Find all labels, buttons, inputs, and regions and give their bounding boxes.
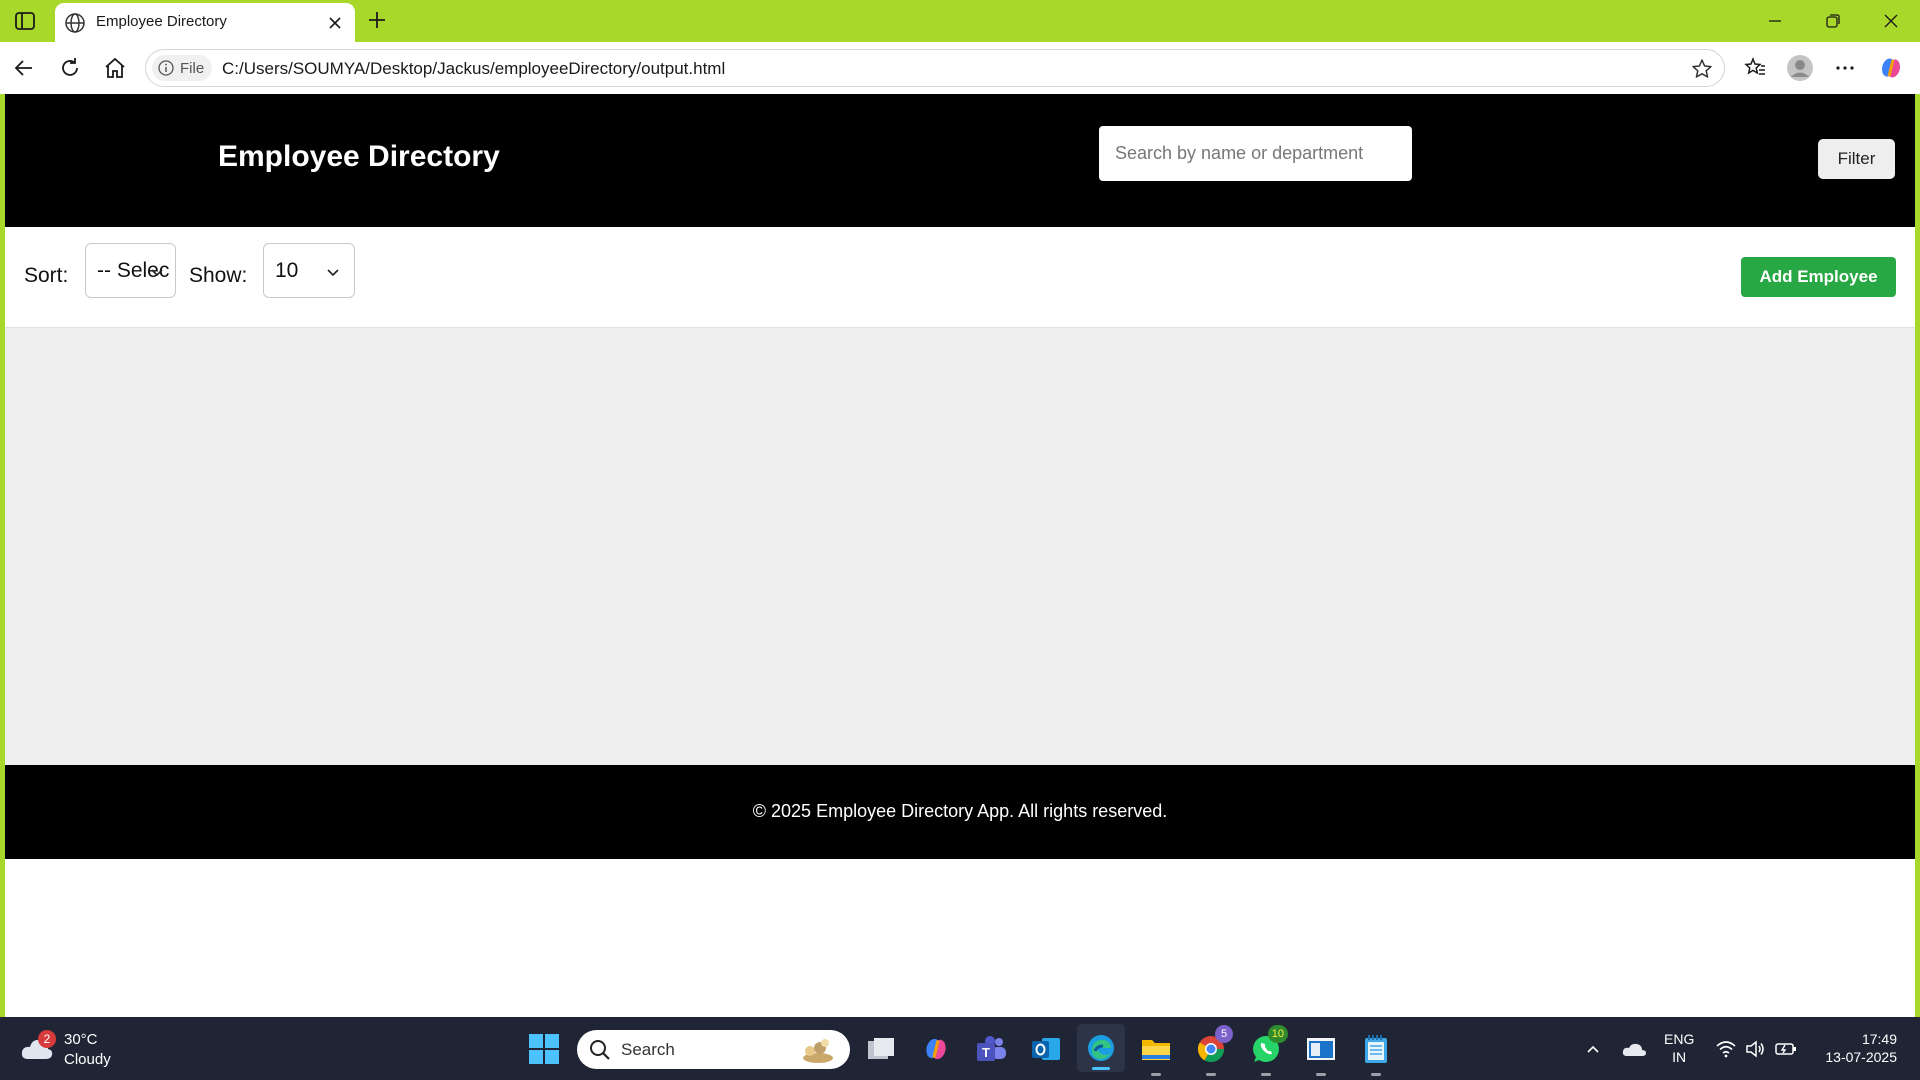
chrome-badge: 5 bbox=[1215, 1025, 1233, 1043]
chevron-up-icon[interactable] bbox=[1581, 1035, 1605, 1063]
search-highlight-icon bbox=[803, 1039, 833, 1063]
show-label: Show: bbox=[189, 264, 248, 287]
more-options-icon[interactable] bbox=[1830, 53, 1860, 83]
sort-select[interactable]: -- Selec bbox=[85, 243, 176, 298]
info-icon bbox=[158, 60, 174, 76]
wifi-icon[interactable] bbox=[1714, 1035, 1738, 1063]
browser-tab[interactable]: Employee Directory bbox=[55, 3, 355, 42]
running-indicator bbox=[1151, 1073, 1161, 1076]
url-bar[interactable]: File C:/Users/SOUMYA/Desktop/Jackus/empl… bbox=[145, 49, 1725, 87]
controls-bar: Sort: -- Selec Show: 10 Add Employee bbox=[5, 227, 1915, 328]
globe-icon bbox=[64, 12, 86, 34]
windows-start-icon[interactable] bbox=[528, 1033, 560, 1065]
chevron-down-icon bbox=[148, 263, 166, 281]
file-explorer-icon[interactable] bbox=[1136, 1029, 1176, 1076]
home-icon[interactable] bbox=[101, 54, 129, 82]
whatsapp-badge: 10 bbox=[1267, 1025, 1288, 1043]
window-close-icon[interactable] bbox=[1876, 7, 1906, 35]
copilot-icon[interactable] bbox=[1876, 53, 1906, 83]
remote-desktop-icon[interactable] bbox=[1301, 1029, 1341, 1076]
chrome-icon[interactable]: 5 bbox=[1191, 1025, 1233, 1076]
whatsapp-icon[interactable]: 10 bbox=[1246, 1025, 1288, 1076]
volume-icon[interactable] bbox=[1743, 1035, 1767, 1063]
address-bar-row: File C:/Users/SOUMYA/Desktop/Jackus/empl… bbox=[0, 42, 1920, 94]
running-indicator bbox=[1261, 1073, 1271, 1076]
input-language-indicator[interactable]: ENG IN bbox=[1664, 1030, 1694, 1066]
edge-icon[interactable] bbox=[1077, 1024, 1125, 1072]
site-header: Employee Directory Filter bbox=[5, 94, 1915, 227]
weather-temp: 30°C bbox=[64, 1031, 98, 1048]
tab-actions-icon[interactable] bbox=[10, 8, 40, 34]
taskbar-search-label: Search bbox=[621, 1040, 675, 1059]
onedrive-icon[interactable] bbox=[1619, 1035, 1649, 1063]
chevron-down-icon bbox=[324, 263, 342, 281]
clock-time: 17:49 bbox=[1861, 1031, 1897, 1047]
sort-label: Sort: bbox=[24, 264, 69, 287]
page-viewport: Employee Directory Filter Sort: -- Selec… bbox=[5, 94, 1915, 1017]
outlook-icon[interactable] bbox=[1026, 1029, 1066, 1069]
show-select-value: 10 bbox=[275, 259, 299, 282]
weather-badge: 2 bbox=[38, 1030, 56, 1048]
show-select[interactable]: 10 bbox=[263, 243, 355, 298]
battery-icon[interactable] bbox=[1773, 1035, 1799, 1063]
teams-icon[interactable]: T bbox=[971, 1029, 1011, 1069]
site-info-button[interactable]: File bbox=[152, 55, 213, 81]
close-icon[interactable] bbox=[325, 13, 345, 33]
url-text[interactable]: C:/Users/SOUMYA/Desktop/Jackus/employeeD… bbox=[222, 59, 725, 79]
employee-list-area bbox=[5, 328, 1915, 765]
tab-title: Employee Directory bbox=[96, 13, 227, 30]
new-tab-icon[interactable] bbox=[365, 8, 389, 32]
file-label: File bbox=[180, 59, 205, 77]
browser-tab-strip: Employee Directory bbox=[0, 0, 1920, 42]
weather-widget[interactable]: 2 30°C Cloudy bbox=[20, 1027, 130, 1071]
running-indicator bbox=[1316, 1073, 1326, 1076]
search-icon bbox=[590, 1040, 610, 1060]
lang-code: ENG bbox=[1664, 1031, 1695, 1047]
site-footer: © 2025 Employee Directory App. All right… bbox=[5, 765, 1915, 859]
copilot-app-icon[interactable] bbox=[916, 1029, 956, 1069]
favorites-icon[interactable] bbox=[1740, 53, 1770, 83]
running-indicator bbox=[1206, 1073, 1216, 1076]
taskbar: 2 30°C Cloudy Search T 5 10 ENG IN 17:49… bbox=[0, 1017, 1920, 1080]
back-arrow-icon[interactable] bbox=[10, 54, 38, 82]
profile-avatar-icon[interactable] bbox=[1785, 53, 1815, 83]
notepad-icon[interactable] bbox=[1356, 1029, 1396, 1076]
taskbar-search[interactable]: Search bbox=[577, 1030, 850, 1069]
add-employee-button[interactable]: Add Employee bbox=[1741, 257, 1896, 297]
page-title: Employee Directory bbox=[218, 140, 500, 173]
minimize-icon[interactable] bbox=[1760, 7, 1790, 35]
weather-desc: Cloudy bbox=[64, 1051, 111, 1068]
restore-icon[interactable] bbox=[1818, 7, 1848, 35]
refresh-icon[interactable] bbox=[56, 54, 84, 82]
search-input[interactable] bbox=[1099, 126, 1412, 181]
filter-button[interactable]: Filter bbox=[1818, 139, 1895, 179]
footer-copyright: © 2025 Employee Directory App. All right… bbox=[752, 801, 1168, 821]
lang-region: IN bbox=[1672, 1049, 1687, 1065]
system-clock[interactable]: 17:49 13-07-2025 bbox=[1815, 1030, 1897, 1066]
running-indicator bbox=[1371, 1073, 1381, 1076]
clock-date: 13-07-2025 bbox=[1825, 1049, 1897, 1065]
task-view-icon[interactable] bbox=[861, 1029, 901, 1069]
active-indicator bbox=[1092, 1067, 1110, 1070]
favorite-star-icon[interactable] bbox=[1690, 57, 1714, 81]
svg-text:T: T bbox=[982, 1045, 990, 1060]
